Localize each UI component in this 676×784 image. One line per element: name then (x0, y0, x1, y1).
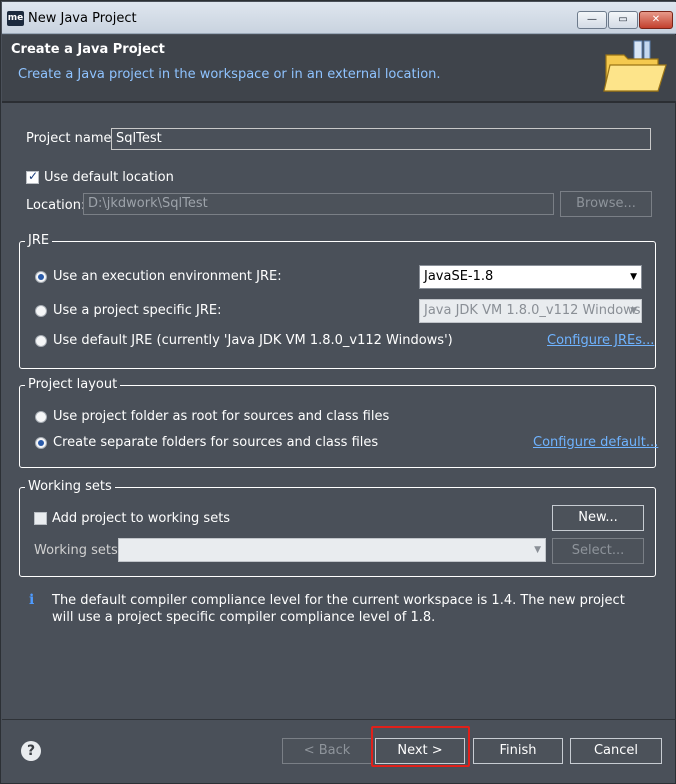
project-folder-root-radio[interactable] (35, 411, 47, 423)
use-default-location-checkbox[interactable] (26, 169, 39, 184)
working-sets-select: ▼ (118, 538, 546, 562)
project-name-input[interactable]: SqlTest (111, 128, 651, 150)
compliance-info-message: The default compiler compliance level fo… (52, 593, 625, 625)
working-sets-label: Working sets: (34, 543, 123, 558)
cancel-button[interactable]: Cancel (570, 738, 662, 764)
help-icon[interactable]: ? (21, 741, 41, 761)
minimize-button[interactable]: — (577, 11, 607, 29)
page-description: Create a Java project in the workspace o… (18, 67, 441, 82)
java-project-folder-icon (603, 40, 667, 92)
maximize-button[interactable]: ▭ (608, 11, 638, 29)
project-specific-jre-radio[interactable] (35, 305, 47, 317)
select-working-sets-button: Select... (552, 538, 644, 564)
next-button-highlight (371, 726, 470, 767)
configure-default-link[interactable]: Configure default... (533, 435, 658, 450)
finish-button[interactable]: Finish (473, 738, 563, 764)
default-jre-radio[interactable] (35, 335, 47, 347)
window-title: New Java Project (28, 11, 137, 26)
project-folder-root-label: Use project folder as root for sources a… (53, 409, 390, 424)
close-button[interactable]: ✕ (639, 11, 673, 29)
execution-environment-label: Use an execution environment JRE: (53, 269, 282, 284)
footer-separator (2, 719, 676, 720)
jre-group-title: JRE (25, 233, 53, 248)
project-specific-jre-value: Java JDK VM 1.8.0_v112 Windows (424, 303, 641, 318)
add-to-working-sets-label: Add project to working sets (52, 511, 231, 526)
new-java-project-dialog: me New Java Project — ▭ ✕ Create a Java … (0, 0, 676, 784)
new-working-set-button[interactable]: New... (552, 505, 644, 531)
page-title: Create a Java Project (11, 42, 165, 57)
project-specific-jre-select: Java JDK VM 1.8.0_v112 Windows ▼ (419, 299, 642, 323)
info-icon: i (29, 592, 35, 608)
use-default-location-label: Use default location (44, 170, 174, 185)
browse-button: Browse... (560, 191, 652, 217)
dropdown-arrow-icon: ▼ (534, 545, 541, 555)
location-input: D:\jkdwork\SqlTest (83, 193, 554, 215)
project-layout-group (19, 385, 656, 468)
location-label: Location: (26, 198, 86, 213)
separate-folders-radio[interactable] (35, 437, 47, 449)
back-button: < Back (282, 738, 372, 764)
configure-jres-link[interactable]: Configure JREs... (547, 333, 654, 348)
banner-separator (2, 101, 676, 103)
project-layout-group-title: Project layout (25, 377, 121, 392)
separate-folders-label: Create separate folders for sources and … (53, 435, 379, 450)
dropdown-arrow-icon: ▼ (630, 306, 637, 316)
project-specific-jre-label: Use a project specific JRE: (53, 303, 222, 318)
default-jre-label: Use default JRE (currently 'Java JDK VM … (53, 333, 453, 348)
dropdown-arrow-icon: ▼ (630, 272, 637, 282)
execution-environment-select[interactable]: JavaSE-1.8 ▼ (419, 265, 642, 289)
working-sets-group-title: Working sets (25, 479, 115, 494)
app-logo-icon: me (7, 11, 24, 26)
project-name-label: Project name: (26, 131, 116, 146)
execution-environment-radio[interactable] (35, 271, 47, 283)
wizard-banner: Create a Java Project Create a Java proj… (2, 35, 676, 101)
execution-environment-value: JavaSE-1.8 (424, 269, 494, 284)
title-bar: me New Java Project — ▭ ✕ (2, 2, 676, 34)
add-to-working-sets-checkbox[interactable] (34, 512, 47, 525)
